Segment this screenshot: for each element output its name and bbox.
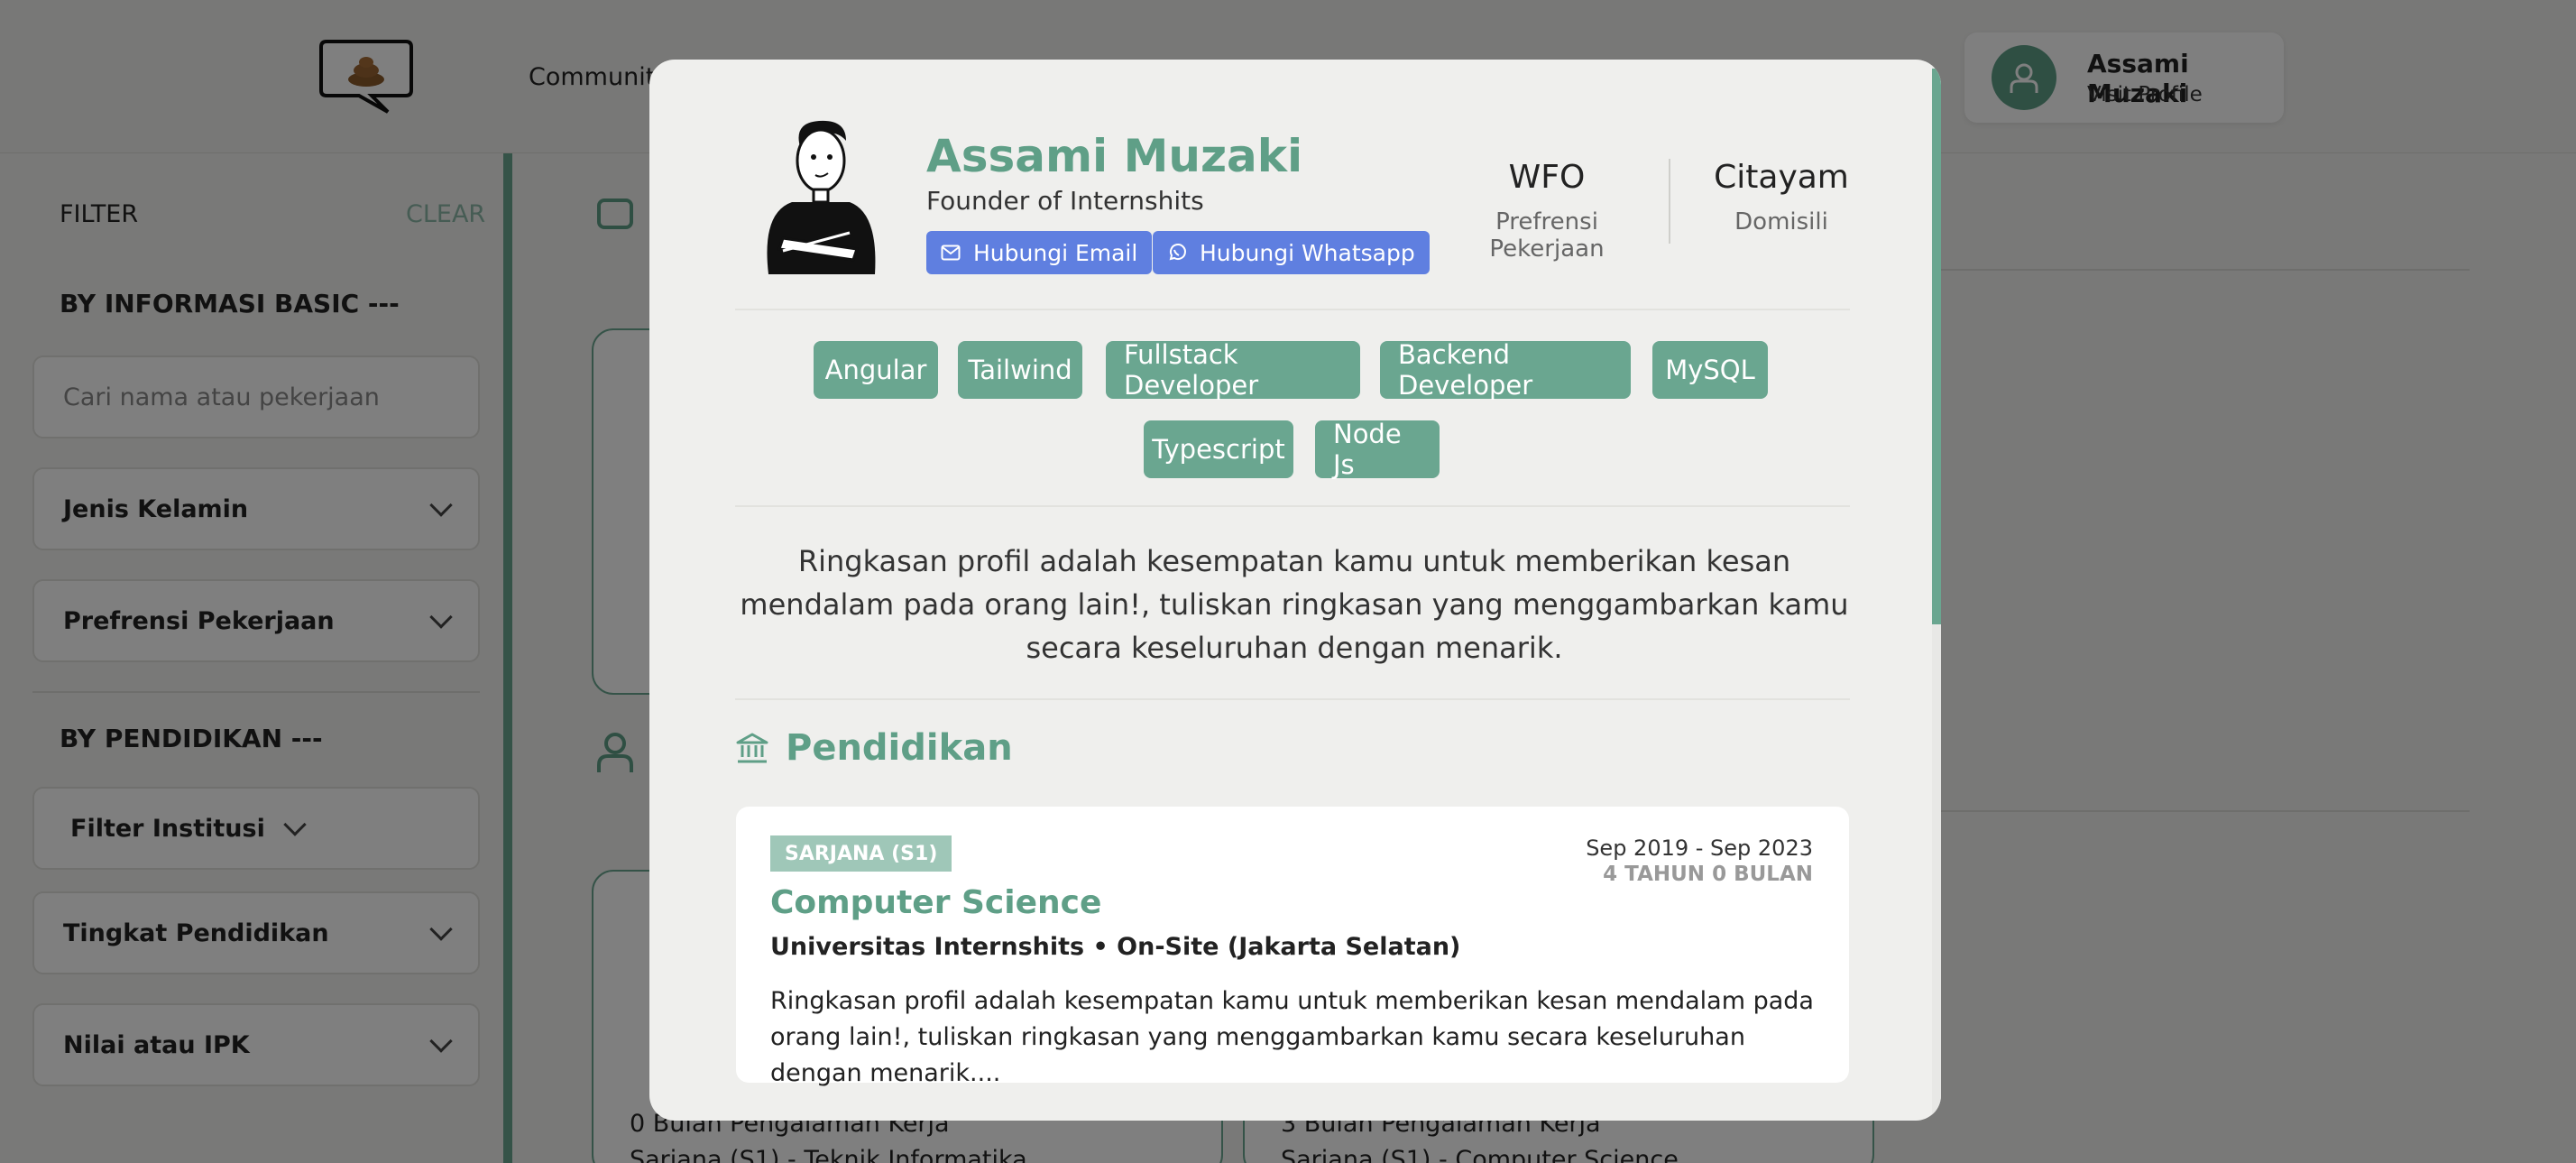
- skill-tag: Fullstack Developer: [1106, 339, 1360, 401]
- profile-illustration: [756, 114, 882, 276]
- stat-label: Prefrensi Pekerjaan: [1489, 208, 1605, 263]
- education-duration: 4 TAHUN 0 BULAN: [1603, 863, 1813, 886]
- contact-email-label: Hubungi Email: [973, 239, 1138, 266]
- profile-modal: Assami Muzaki Founder of Internshits Hub…: [649, 60, 1941, 1121]
- stat-divider: [1669, 159, 1670, 244]
- profile-name: Assami Muzaki: [926, 130, 1303, 182]
- whatsapp-icon: [1169, 244, 1186, 261]
- skill-tag: Tailwind: [958, 341, 1082, 399]
- education-major: Computer Science: [770, 884, 1102, 921]
- stat-work-preference: WFO Prefrensi Pekerjaan: [1443, 159, 1651, 263]
- divider: [735, 309, 1850, 310]
- mail-icon: [941, 245, 961, 261]
- skill-tag: Node Js: [1315, 419, 1440, 480]
- skill-tag: Backend Developer: [1380, 339, 1631, 401]
- stat-value: Citayam: [1714, 159, 1849, 196]
- stat-domicile: Citayam Domisili: [1687, 159, 1876, 235]
- stat-value: WFO: [1508, 159, 1586, 196]
- education-card: SARJANA (S1) Computer Science Universita…: [736, 807, 1849, 1087]
- education-section-header: Pendidikan: [735, 727, 1013, 769]
- skill-tag: Typescript: [1144, 420, 1293, 478]
- divider: [735, 505, 1850, 507]
- stat-label: Domisili: [1734, 208, 1828, 235]
- divider: [735, 698, 1850, 700]
- skill-tag: Angular: [814, 341, 938, 399]
- education-heading: Pendidikan: [786, 727, 1013, 769]
- scrollbar-thumb[interactable]: [1932, 69, 1941, 624]
- degree-badge: SARJANA (S1): [770, 835, 952, 872]
- contact-email-button[interactable]: Hubungi Email: [926, 231, 1153, 274]
- profile-role: Founder of Internshits: [926, 186, 1204, 216]
- education-institution: Universitas Internshits • On-Site (Jakar…: [770, 933, 1461, 961]
- education-description: Ringkasan profil adalah kesempatan kamu …: [770, 987, 1814, 1087]
- institution-icon: [736, 733, 768, 763]
- contact-whatsapp-label: Hubungi Whatsapp: [1200, 239, 1415, 266]
- contact-whatsapp-button[interactable]: Hubungi Whatsapp: [1153, 231, 1430, 274]
- skill-tag: MySQL: [1652, 341, 1768, 399]
- education-date-range: Sep 2019 - Sep 2023: [1586, 835, 1813, 861]
- profile-summary: Ringkasan profil adalah kesempatan kamu …: [740, 544, 1849, 665]
